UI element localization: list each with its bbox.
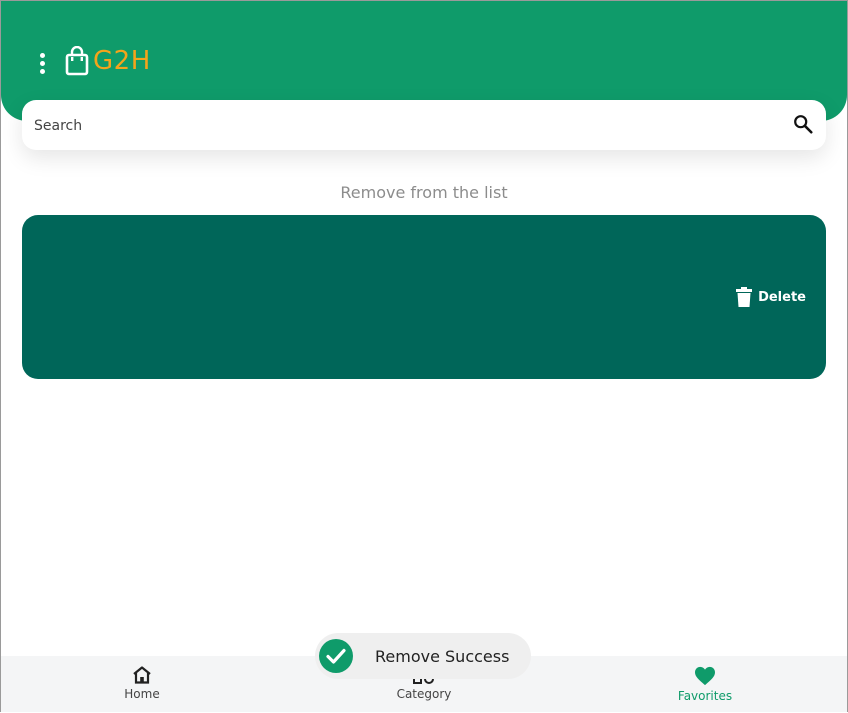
search-input[interactable] xyxy=(32,100,776,152)
nav-label-favorites: Favorites xyxy=(677,689,733,703)
toast-message: Remove Success xyxy=(375,646,510,666)
delete-button[interactable]: Delete xyxy=(736,287,806,307)
app-logo[interactable]: G2H xyxy=(65,46,151,76)
swipe-delete-card[interactable]: Delete xyxy=(22,215,826,379)
nav-label-home: Home xyxy=(124,687,160,701)
shopping-bag-icon xyxy=(65,46,89,76)
check-circle-icon xyxy=(319,639,353,673)
nav-label-category: Category xyxy=(396,687,452,701)
more-vert-icon[interactable] xyxy=(31,51,53,75)
app-name: G2H xyxy=(93,46,151,76)
home-icon xyxy=(133,666,151,684)
nav-item-favorites[interactable]: Favorites xyxy=(635,656,775,712)
list-title: Remove from the list xyxy=(340,183,508,202)
nav-item-home[interactable]: Home xyxy=(72,656,212,712)
app-frame: G2H Remove from the list Delete H xyxy=(0,0,848,712)
search-icon[interactable] xyxy=(792,113,814,135)
delete-label: Delete xyxy=(758,289,806,305)
search-bar xyxy=(22,100,826,152)
trash-icon xyxy=(736,287,753,307)
heart-icon xyxy=(695,666,715,686)
toast-notification: Remove Success xyxy=(315,633,531,679)
